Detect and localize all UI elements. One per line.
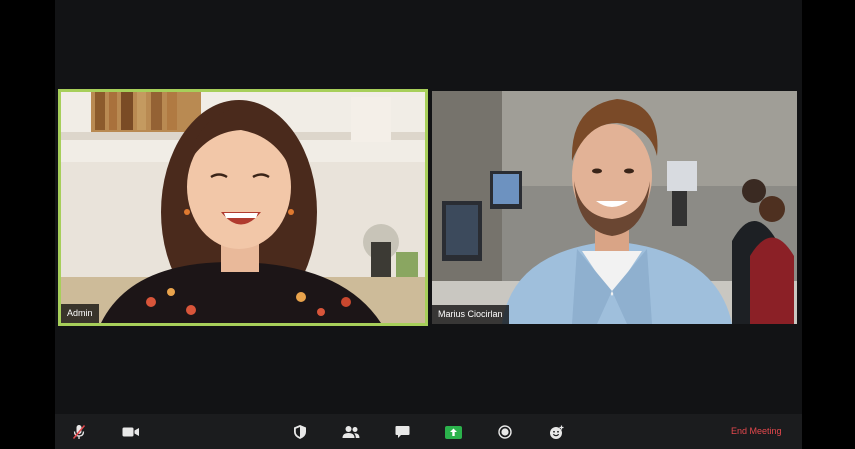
security-shield-icon [294, 425, 306, 439]
security-button[interactable] [293, 422, 307, 442]
share-screen-icon [445, 425, 462, 439]
participant-video-marius [432, 91, 797, 324]
participant-name-label: Marius Ciocirlan [432, 305, 509, 324]
participants-icon [342, 426, 360, 438]
chat-bubble-icon [395, 426, 410, 438]
participants-button[interactable] [342, 422, 360, 442]
participant-video-admin [61, 92, 425, 323]
mute-button[interactable] [72, 422, 86, 442]
video-button[interactable] [122, 422, 140, 442]
participant-tile-admin[interactable]: Admin [58, 89, 428, 326]
chat-button[interactable] [395, 422, 410, 442]
end-meeting-button[interactable]: End Meeting [731, 425, 782, 438]
record-button[interactable] [498, 422, 512, 442]
meeting-toolbar: End Meeting [55, 414, 802, 449]
reactions-icon [550, 425, 564, 439]
mic-muted-icon [72, 425, 86, 439]
video-camera-icon [122, 427, 139, 437]
reactions-button[interactable] [549, 422, 564, 442]
share-screen-button[interactable] [445, 422, 462, 442]
participant-name-label: Admin [61, 304, 99, 323]
participant-tile-marius[interactable]: Marius Ciocirlan [432, 91, 797, 324]
record-icon [498, 425, 512, 439]
meeting-window: Admin Marius Ciocirlan End Meeting [55, 0, 802, 449]
